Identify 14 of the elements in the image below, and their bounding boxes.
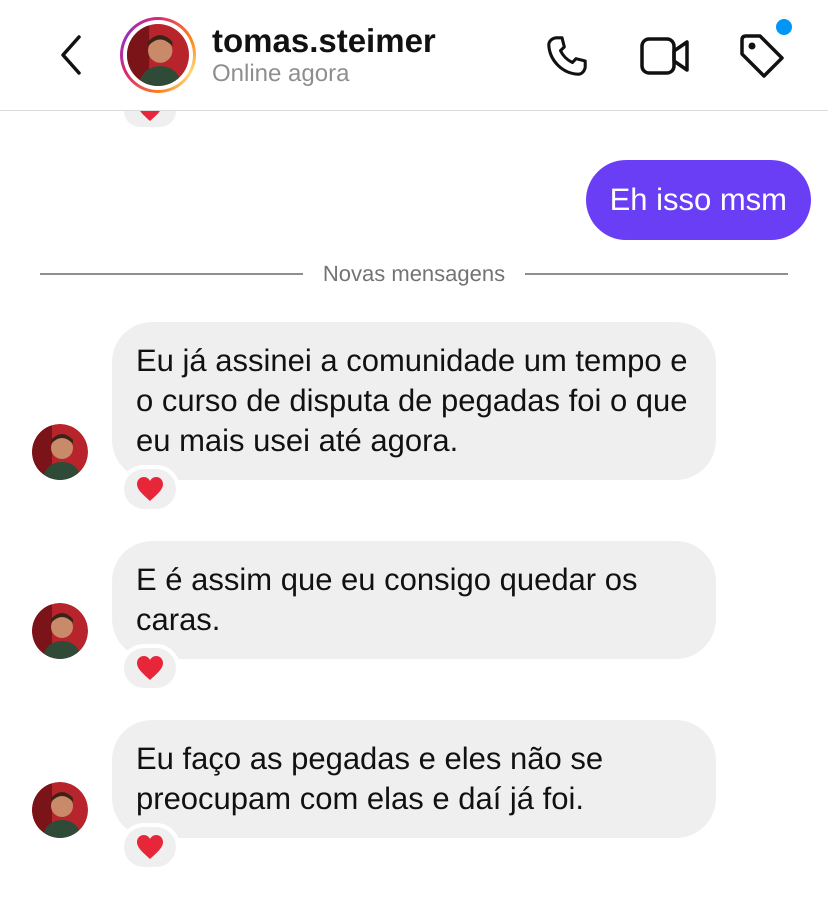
sent-message: Eh isso msm [586, 160, 811, 240]
tag-icon[interactable] [738, 32, 786, 80]
heart-icon [136, 655, 164, 681]
divider-label: Novas mensagens [322, 260, 506, 288]
received-message: Eu já assinei a comunidade um tempo e o curso de disputa de pegadas foi o que eu mais usei até agora. [112, 322, 716, 480]
received-message: Eu faço as pegadas e eles não se preocupam com elas e daí já foi. [112, 720, 716, 838]
heart-icon [136, 476, 164, 502]
heart-icon [136, 834, 164, 860]
contact-name[interactable]: tomas.steimer [212, 22, 436, 60]
received-message: E é assim que eu consigo quedar os caras. [112, 541, 716, 659]
status-text: Online agora [212, 60, 350, 88]
heart-icon [138, 111, 162, 121]
back-icon[interactable] [60, 35, 82, 75]
video-camera-icon[interactable] [640, 35, 690, 77]
